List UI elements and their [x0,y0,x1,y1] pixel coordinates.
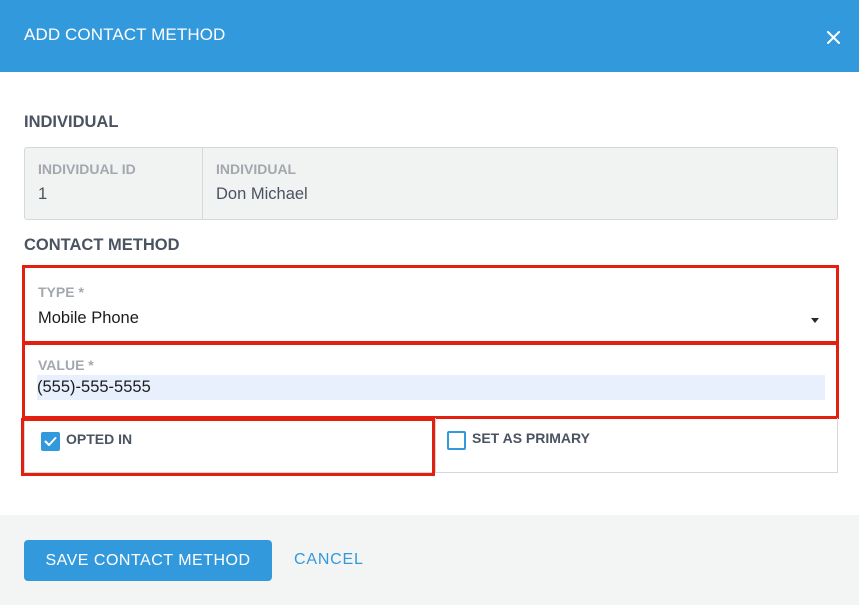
type-selected-value: Mobile Phone [38,309,139,327]
type-select[interactable]: TYPE * Mobile Phone [22,265,839,344]
opted-in-label[interactable]: OPTED IN [66,431,132,447]
individual-name-label: INDIVIDUAL [216,161,297,177]
dialog-footer: SAVE CONTACT METHOD CANCEL [0,515,859,605]
contact-method-section-heading: CONTACT METHOD [24,236,180,254]
checkbox-divider [435,418,436,472]
opted-in-field: OPTED IN [21,418,435,476]
save-contact-method-button[interactable]: SAVE CONTACT METHOD [24,540,272,581]
set-primary-label[interactable]: SET AS PRIMARY [472,430,590,446]
set-primary-checkbox[interactable] [447,431,466,450]
value-input[interactable] [37,375,825,400]
checkmark-icon [44,437,57,446]
close-button[interactable] [820,24,846,50]
dialog-title: ADD CONTACT METHOD [24,25,226,44]
individual-name-field: INDIVIDUAL Don Michael [203,148,837,219]
value-label: VALUE * [38,357,94,373]
individual-info-panel: INDIVIDUAL ID 1 INDIVIDUAL Don Michael [24,147,838,220]
individual-name-value: Don Michael [216,185,308,203]
close-icon [826,30,840,44]
opted-in-checkbox[interactable] [41,432,60,451]
cancel-button[interactable]: CANCEL [294,551,364,569]
individual-section-heading: INDIVIDUAL [24,113,119,131]
chevron-down-icon [811,318,819,323]
type-label: TYPE * [38,284,84,300]
individual-id-field: INDIVIDUAL ID 1 [25,148,202,219]
individual-id-value: 1 [38,185,48,203]
value-field: VALUE * [22,342,839,419]
dialog-header: ADD CONTACT METHOD [0,0,859,72]
individual-id-label: INDIVIDUAL ID [38,161,136,177]
